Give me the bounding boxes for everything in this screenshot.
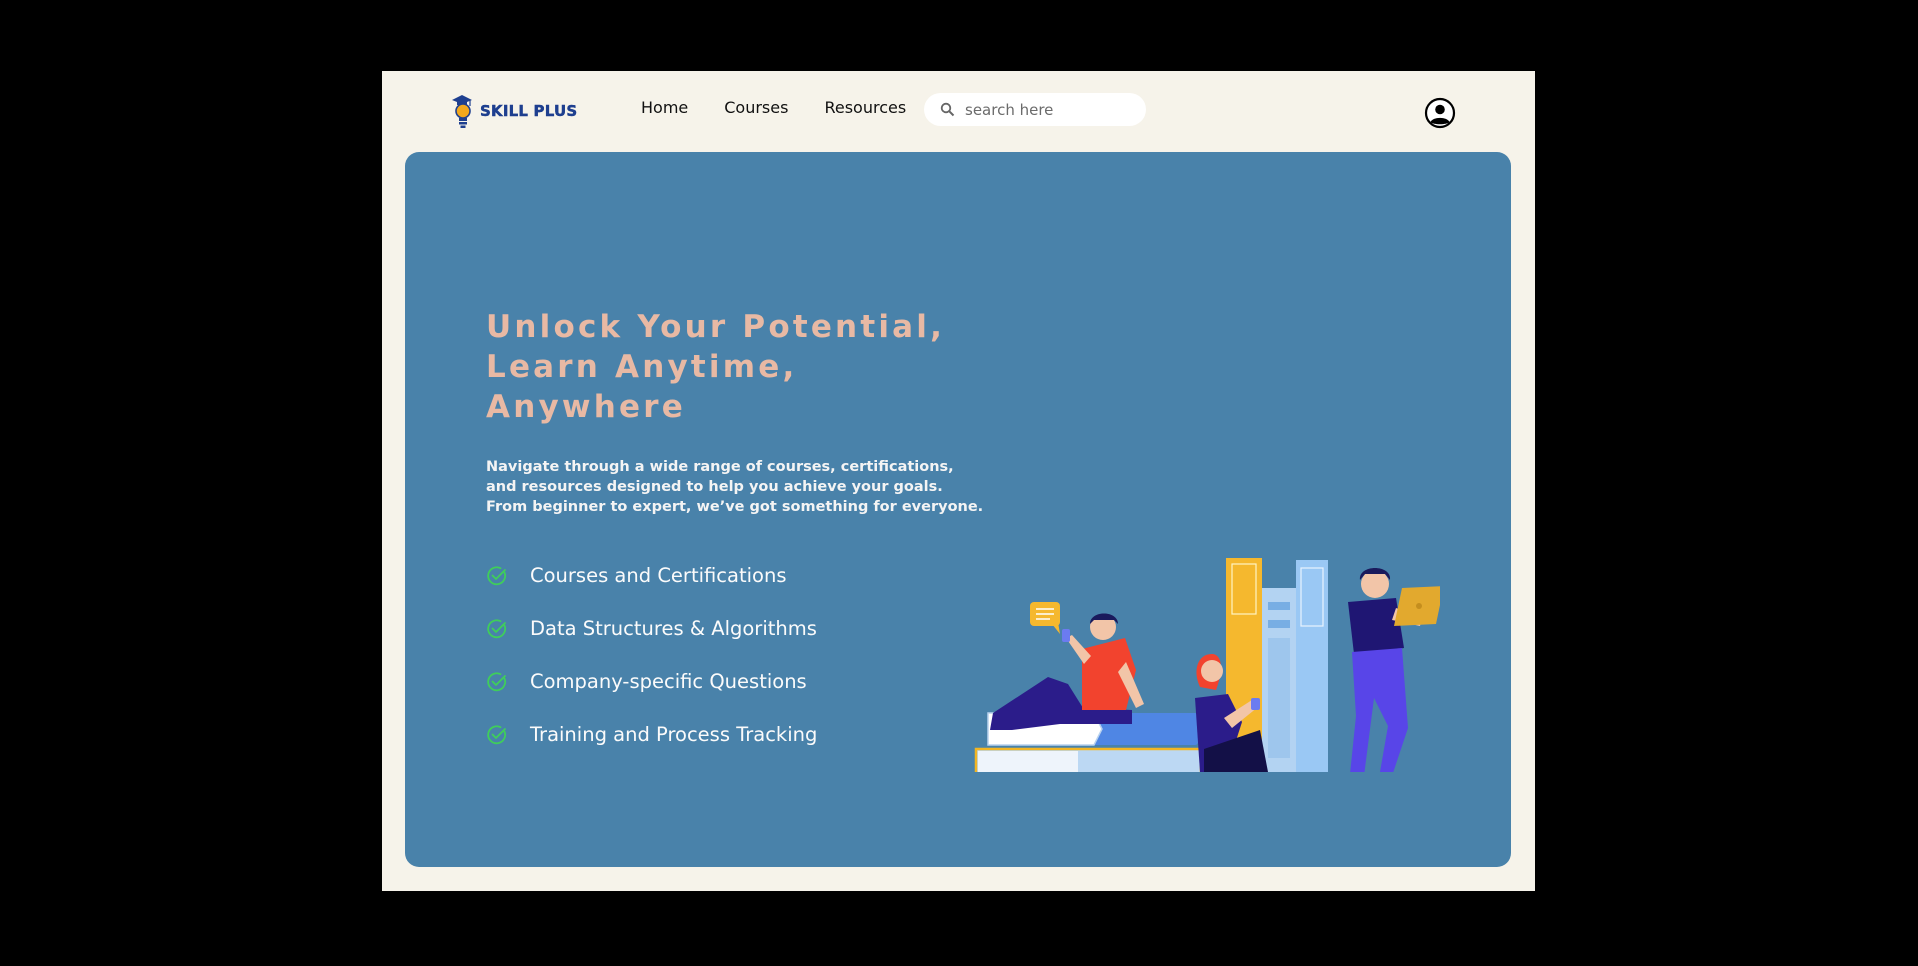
hero-banner: Unlock Your Potential, Learn Anytime, An… xyxy=(405,152,1511,867)
search-input[interactable] xyxy=(963,99,1137,120)
feature-label: Training and Process Tracking xyxy=(530,723,818,746)
hero-headline-line: Anywhere xyxy=(486,389,686,425)
hero-headline-line: Learn Anytime, xyxy=(486,349,798,385)
feature-item: Company-specific Questions xyxy=(486,655,817,708)
feature-item: Courses and Certifications xyxy=(486,549,817,602)
feature-label: Company-specific Questions xyxy=(530,670,807,693)
check-circle-icon xyxy=(487,565,507,585)
nav-resources-link[interactable]: Resources xyxy=(824,98,906,117)
hero-description: Navigate through a wide range of courses… xyxy=(486,459,984,515)
students-with-books-illustration xyxy=(974,558,1440,772)
brand-name: SKILL PLUS xyxy=(480,102,578,120)
feature-list: Courses and Certifications Data Structur… xyxy=(486,549,817,761)
feature-label: Data Structures & Algorithms xyxy=(530,617,817,640)
check-circle-icon xyxy=(487,671,507,691)
account-button[interactable] xyxy=(1424,97,1456,133)
feature-item: Data Structures & Algorithms xyxy=(486,602,817,655)
check-circle-icon xyxy=(487,618,507,638)
feature-item: Training and Process Tracking xyxy=(486,708,817,761)
search-icon xyxy=(940,102,955,117)
hero-headline-line: Unlock Your Potential, xyxy=(486,309,946,345)
lightbulb-graduation-cap-icon xyxy=(452,95,472,128)
nav-courses-link[interactable]: Courses xyxy=(724,98,788,117)
search-box[interactable] xyxy=(924,93,1146,126)
nav-home-link[interactable]: Home xyxy=(641,98,688,117)
page: SKILL PLUS Home Courses Resources Unlock… xyxy=(382,71,1535,891)
check-circle-icon xyxy=(487,724,507,744)
user-circle-icon xyxy=(1424,97,1456,129)
main-nav: Home Courses Resources xyxy=(641,98,942,117)
brand-logo[interactable]: SKILL PLUS xyxy=(450,91,577,131)
feature-label: Courses and Certifications xyxy=(530,564,787,587)
chat-bubble-icon xyxy=(1030,602,1060,634)
hero-headline: Unlock Your Potential, Learn Anytime, An… xyxy=(486,307,1046,427)
